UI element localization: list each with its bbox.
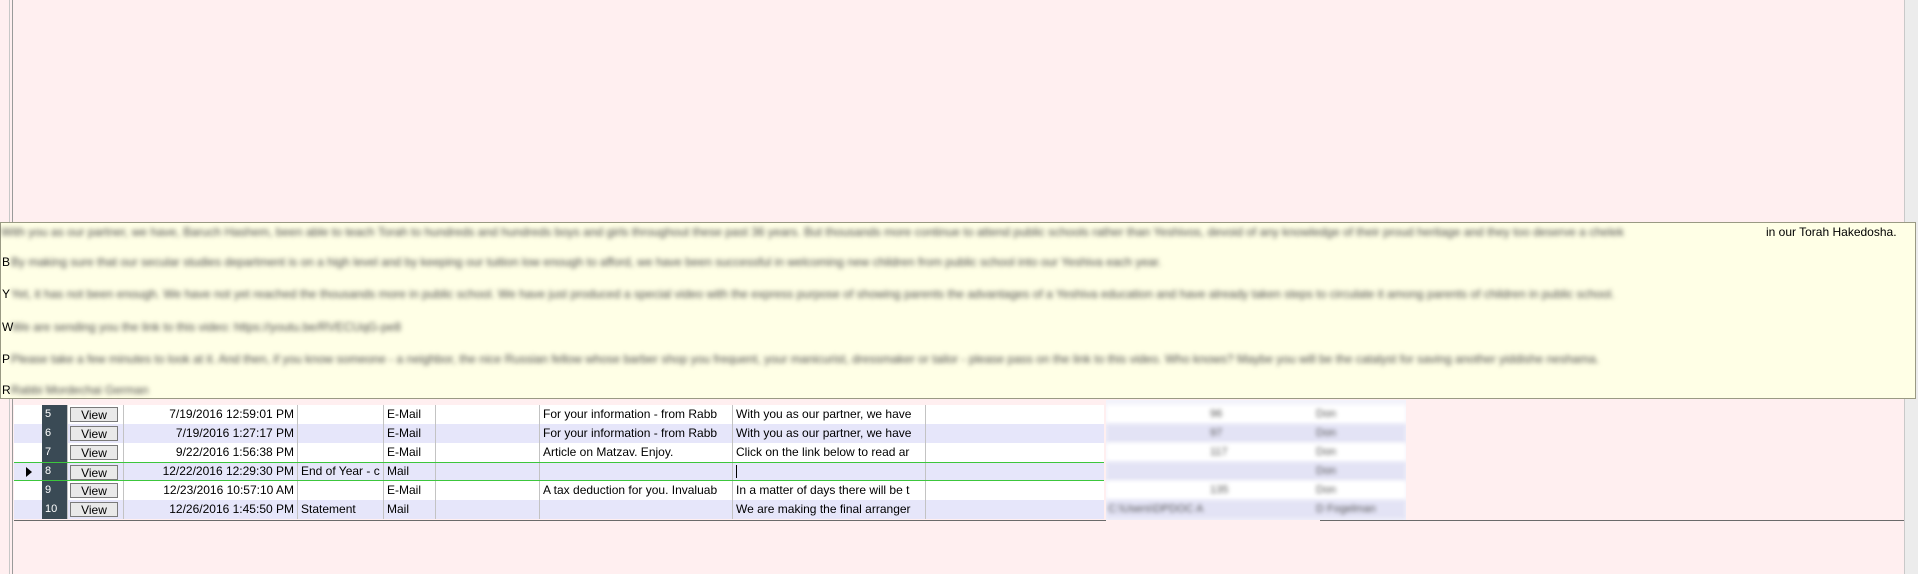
grid-row[interactable]: 6 View 7/19/2016 1:27:17 PM E-Mail For y…: [14, 424, 1120, 443]
type-cell[interactable]: E-Mail: [384, 443, 436, 462]
row-number: 6: [42, 424, 68, 443]
row-number: 7: [42, 443, 68, 462]
view-button[interactable]: View: [70, 483, 118, 498]
tooltip-line-6-text: Rabbi Mordechai German: [11, 383, 149, 397]
grid-bottom-border: [14, 520, 1106, 521]
row-number: 5: [42, 405, 68, 424]
blurred-row: 135 Don: [1106, 481, 1406, 500]
title-cell[interactable]: Statement: [298, 500, 384, 519]
grid-row[interactable]: 9 View 12/23/2016 10:57:10 AM E-Mail A t…: [14, 481, 1120, 500]
view-button[interactable]: View: [70, 445, 118, 460]
view-cell: View: [68, 405, 124, 424]
grid-row[interactable]: 7 View 9/22/2016 1:56:38 PM E-Mail Artic…: [14, 443, 1120, 462]
blurred-row: 96 Don: [1106, 405, 1406, 424]
blurred-row: 97 Don: [1106, 424, 1406, 443]
date-cell[interactable]: 7/19/2016 1:27:17 PM: [124, 424, 298, 443]
blank-cell[interactable]: [436, 463, 540, 480]
body-cell[interactable]: Click on the link below to read ar: [733, 443, 926, 462]
title-cell[interactable]: [298, 443, 384, 462]
date-cell[interactable]: 12/23/2016 10:57:10 AM: [124, 481, 298, 500]
row-number: 10: [42, 500, 68, 519]
blank-cell[interactable]: [436, 405, 540, 424]
title-cell[interactable]: [298, 424, 384, 443]
body-cell[interactable]: We are making the final arranger: [733, 500, 926, 519]
type-cell[interactable]: E-Mail: [384, 405, 436, 424]
row-selector[interactable]: [14, 500, 42, 519]
view-cell: View: [68, 463, 124, 480]
view-cell: View: [68, 500, 124, 519]
body-preview-tooltip: With you as our partner, we have, Baruch…: [0, 222, 1916, 399]
date-cell[interactable]: 9/22/2016 1:56:38 PM: [124, 443, 298, 462]
empty-cell[interactable]: [926, 463, 1120, 480]
blurred-columns: 96 Don 97 Don 117 Don Don 135 Don C:\Users\D…: [1106, 400, 1406, 520]
row-number: 9: [42, 481, 68, 500]
tooltip-line-1-blurred: With you as our partner, we have, Baruch…: [1, 225, 1624, 239]
blurred-row: 117 Don: [1106, 443, 1406, 462]
body-cell[interactable]: With you as our partner, we have: [733, 405, 926, 424]
tooltip-line-1: With you as our partner, we have, Baruch…: [1, 225, 1917, 243]
tooltip-line-4-text: We are sending you the link to this vide…: [12, 320, 402, 334]
tooltip-line-2-initial: B: [2, 255, 11, 269]
type-cell[interactable]: Mail: [384, 500, 436, 519]
subject-cell[interactable]: Article on Matzav. Enjoy.: [540, 443, 733, 462]
date-cell[interactable]: 12/26/2016 1:45:50 PM: [124, 500, 298, 519]
empty-cell[interactable]: [926, 443, 1120, 462]
title-cell[interactable]: [298, 481, 384, 500]
date-cell[interactable]: 12/22/2016 12:29:30 PM: [124, 463, 298, 480]
tooltip-line-1-visible: in our Torah Hakedosha.: [1766, 225, 1897, 239]
view-button[interactable]: View: [70, 426, 118, 441]
view-cell: View: [68, 443, 124, 462]
empty-cell[interactable]: [926, 500, 1120, 519]
type-cell[interactable]: Mail: [384, 463, 436, 480]
grid-row[interactable]: 10 View 12/26/2016 1:45:50 PM Statement …: [14, 500, 1120, 519]
current-row-arrow-icon: [26, 467, 32, 477]
text-caret: [736, 465, 737, 478]
blank-cell[interactable]: [436, 443, 540, 462]
date-cell[interactable]: 7/19/2016 12:59:01 PM: [124, 405, 298, 424]
tooltip-line-5-initial: P: [2, 352, 11, 366]
view-button[interactable]: View: [70, 407, 118, 422]
type-cell[interactable]: E-Mail: [384, 481, 436, 500]
blank-cell[interactable]: [436, 500, 540, 519]
panel-bottom-border: [1320, 520, 1904, 521]
tooltip-line-5-text: Please take a few minutes to look at it.…: [11, 352, 1600, 366]
title-cell[interactable]: [298, 405, 384, 424]
subject-cell[interactable]: [540, 463, 733, 480]
view-button[interactable]: View: [70, 465, 118, 480]
subject-cell[interactable]: A tax deduction for you. Invaluab: [540, 481, 733, 500]
row-selector[interactable]: [14, 463, 42, 480]
empty-cell[interactable]: [926, 424, 1120, 443]
grid-row-current[interactable]: 8 View 12/22/2016 12:29:30 PM End of Yea…: [14, 462, 1120, 481]
row-number: 8: [42, 463, 68, 480]
subject-cell[interactable]: For your information - from Rabb: [540, 424, 733, 443]
type-cell[interactable]: E-Mail: [384, 424, 436, 443]
body-cell-editing[interactable]: [733, 463, 926, 480]
row-selector[interactable]: [14, 481, 42, 500]
row-selector[interactable]: [14, 405, 42, 424]
empty-cell[interactable]: [926, 405, 1120, 424]
tooltip-line-2-text: By making sure that our secular studies …: [11, 255, 1162, 269]
view-cell: View: [68, 424, 124, 443]
empty-cell[interactable]: [926, 481, 1120, 500]
subject-cell[interactable]: For your information - from Rabb: [540, 405, 733, 424]
blank-cell[interactable]: [436, 481, 540, 500]
row-selector[interactable]: [14, 424, 42, 443]
body-cell[interactable]: With you as our partner, we have: [733, 424, 926, 443]
blurred-row: C:\Users\DPDOC AD Fogelman: [1106, 500, 1406, 519]
title-cell[interactable]: End of Year - c: [298, 463, 384, 480]
subject-cell[interactable]: [540, 500, 733, 519]
grid-row[interactable]: 5 View 7/19/2016 12:59:01 PM E-Mail For …: [14, 405, 1120, 424]
view-button[interactable]: View: [70, 502, 118, 517]
body-cell[interactable]: In a matter of days there will be t: [733, 481, 926, 500]
tooltip-line-6-initial: R: [2, 383, 11, 397]
blurred-row: Don: [1106, 462, 1406, 481]
view-cell: View: [68, 481, 124, 500]
blank-cell[interactable]: [436, 424, 540, 443]
tooltip-line-3-text: Yet, it has not been enough. We have not…: [11, 287, 1615, 301]
row-selector[interactable]: [14, 443, 42, 462]
tooltip-line-3-initial: Y: [2, 287, 11, 301]
